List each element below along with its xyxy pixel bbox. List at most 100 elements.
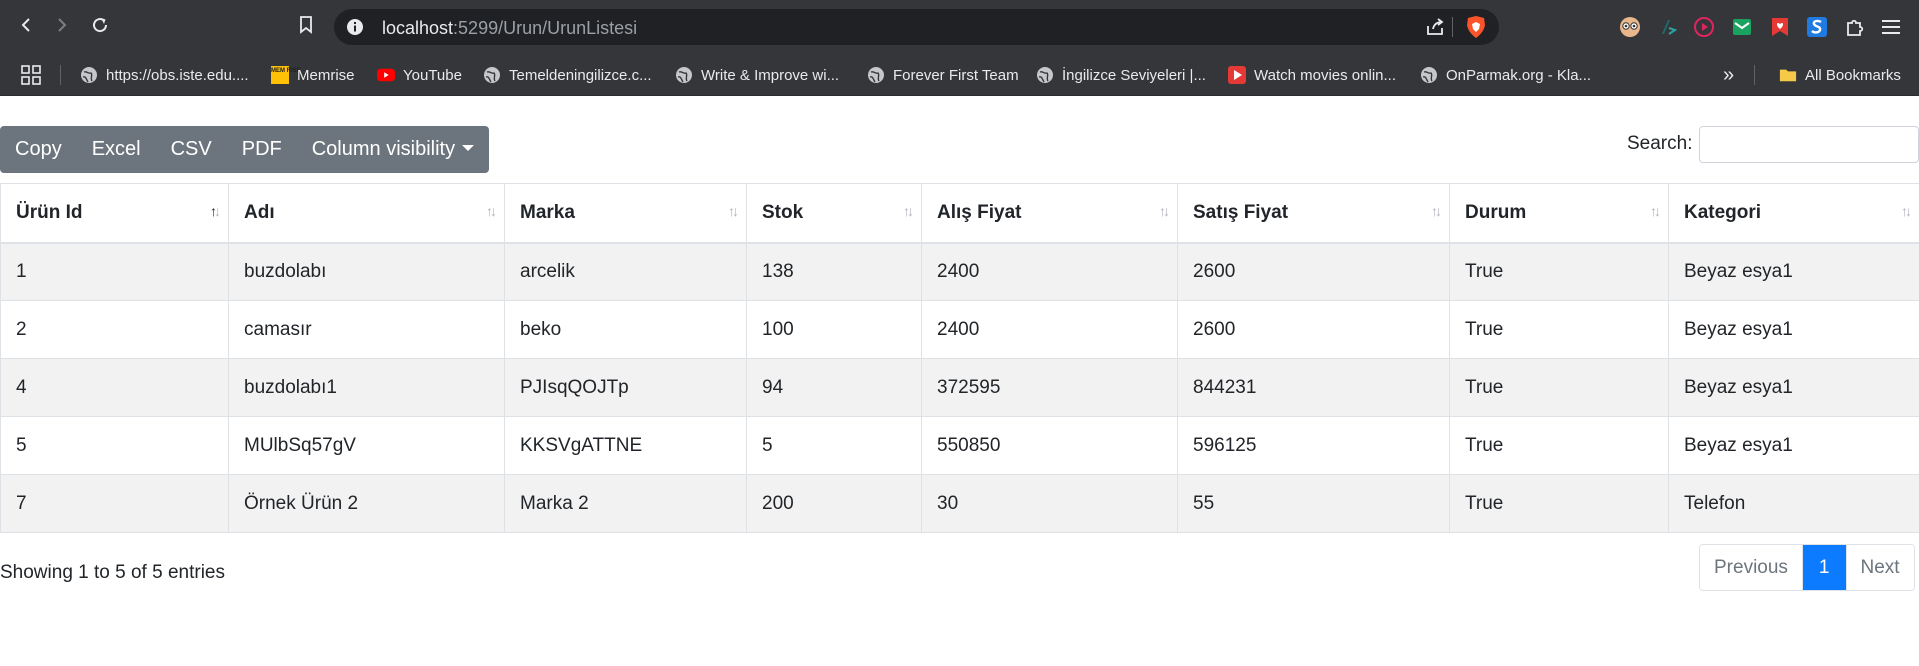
bookmark-forever-first[interactable]: Forever First Team (867, 54, 1019, 96)
extension-script-icon[interactable] (1657, 16, 1679, 38)
bookmark-ingilizce-seviyeleri[interactable]: İngilizce Seviyeleri |... (1036, 54, 1206, 96)
youtube-icon (377, 66, 395, 84)
column-visibility-dropdown[interactable]: Column visibility (297, 126, 489, 173)
bookmark-onparmak[interactable]: OnParmak.org - Kla... (1420, 54, 1591, 96)
sort-asc-icon: ↑↓ (210, 203, 221, 219)
cell-satis-fiyat: 2600 (1177, 300, 1450, 359)
bookmark-label: Watch movies onlin... (1254, 66, 1396, 84)
header-marka[interactable]: Marka ↑↓ (504, 183, 747, 244)
play-icon (1228, 66, 1246, 84)
apps-grid-button[interactable] (20, 54, 42, 96)
site-info-icon[interactable] (346, 18, 364, 41)
cell-stok: 100 (746, 300, 922, 359)
previous-page-button[interactable]: Previous (1700, 545, 1802, 590)
search-label: Search: (1627, 133, 1693, 154)
header-stok[interactable]: Stok ↑↓ (746, 183, 922, 244)
share-icon[interactable] (1425, 17, 1445, 42)
table-row: 7 Örnek Ürün 2 Marka 2 200 30 55 True Te… (0, 474, 1919, 533)
bookmark-youtube[interactable]: YouTube (377, 54, 462, 96)
cell-kategori: Beyaz esya1 (1668, 300, 1919, 359)
cell-marka: KKSVgATTNE (504, 416, 747, 475)
cell-kategori: Telefon (1668, 474, 1919, 533)
page-1-button[interactable]: 1 (1801, 545, 1846, 590)
reload-icon (93, 18, 108, 33)
reload-button[interactable] (86, 11, 114, 39)
header-durum[interactable]: Durum ↑↓ (1449, 183, 1669, 244)
extensions-puzzle-icon[interactable] (1844, 16, 1866, 38)
excel-button[interactable]: Excel (77, 126, 156, 173)
brave-shield-icon[interactable] (1465, 15, 1487, 44)
bookmark-icon (300, 16, 312, 34)
bookmark-watch-movies[interactable]: Watch movies onlin... (1228, 54, 1396, 96)
header-urun-id[interactable]: Ürün Id ↑↓ (0, 183, 229, 244)
double-chevron-icon: » (1723, 63, 1735, 86)
bookmark-label: https://obs.iste.edu.... (106, 66, 249, 84)
copy-button[interactable]: Copy (0, 126, 77, 173)
bookmarks-bar: https://obs.iste.edu.... MEM RISE Memris… (0, 54, 1919, 96)
pdf-button[interactable]: PDF (227, 126, 297, 173)
header-alis-fiyat[interactable]: Alış Fiyat ↑↓ (921, 183, 1178, 244)
product-table: Ürün Id ↑↓ Adı ↑↓ Marka ↑↓ Stok ↑↓ Alış Fiya… (0, 183, 1919, 533)
cell-marka: arcelik (504, 242, 747, 301)
extension-play-icon[interactable] (1693, 16, 1715, 38)
cell-durum: True (1449, 242, 1669, 301)
cell-urun-id: 4 (0, 358, 229, 417)
sort-icon: ↑↓ (903, 203, 914, 219)
sort-icon: ↑↓ (1650, 203, 1661, 219)
bookmark-obs[interactable]: https://obs.iste.edu.... (80, 54, 249, 96)
header-adi[interactable]: Adı ↑↓ (228, 183, 505, 244)
address-divider (1452, 17, 1453, 37)
extension-s-icon[interactable] (1806, 16, 1828, 38)
cell-alis-fiyat: 372595 (921, 358, 1178, 417)
all-bookmarks-button[interactable]: All Bookmarks (1779, 54, 1901, 96)
arrow-left-icon (21, 18, 30, 32)
cell-alis-fiyat: 30 (921, 474, 1178, 533)
cell-satis-fiyat: 55 (1177, 474, 1450, 533)
menu-icon[interactable] (1880, 16, 1902, 38)
globe-icon (1420, 66, 1438, 84)
cell-satis-fiyat: 844231 (1177, 358, 1450, 417)
search-input[interactable] (1699, 126, 1919, 163)
more-bookmarks-button[interactable]: » (1723, 54, 1734, 96)
extension-heart-icon[interactable] (1769, 16, 1791, 38)
cell-stok: 94 (746, 358, 922, 417)
cell-satis-fiyat: 596125 (1177, 416, 1450, 475)
header-satis-fiyat[interactable]: Satış Fiyat ↑↓ (1177, 183, 1450, 244)
sort-icon: ↑↓ (1901, 203, 1912, 219)
cell-urun-id: 1 (0, 242, 229, 301)
cell-durum: True (1449, 474, 1669, 533)
bookmark-temeldeningilizce[interactable]: Temeldeningilizce.c... (483, 54, 652, 96)
next-page-button[interactable]: Next (1845, 545, 1914, 590)
header-kategori[interactable]: Kategori ↑↓ (1668, 183, 1919, 244)
table-row: 2 camasır beko 100 2400 2600 True Beyaz … (0, 300, 1919, 359)
table-info: Showing 1 to 5 of 5 entries (0, 562, 225, 583)
bookmark-label: Memrise (297, 66, 355, 84)
cell-durum: True (1449, 358, 1669, 417)
cell-urun-id: 5 (0, 416, 229, 475)
bookmark-page-button[interactable] (292, 11, 320, 39)
all-bookmarks-label: All Bookmarks (1805, 66, 1901, 84)
globe-icon (483, 66, 501, 84)
globe-icon (675, 66, 693, 84)
extension-eyes-icon[interactable] (1619, 16, 1641, 38)
bookmark-memrise[interactable]: MEM RISE Memrise (271, 54, 355, 96)
forward-button[interactable] (48, 11, 76, 39)
table-row: 1 buzdolabı arcelik 138 2400 2600 True B… (0, 242, 1919, 301)
cell-marka: beko (504, 300, 747, 359)
cell-durum: True (1449, 300, 1669, 359)
cell-marka: PJIsqQOJTp (504, 358, 747, 417)
sort-icon: ↑↓ (1159, 203, 1170, 219)
bookmark-label: Forever First Team (893, 66, 1019, 84)
extension-mail-icon[interactable] (1731, 16, 1753, 38)
address-bar[interactable]: localhost:5299/Urun/UrunListesi (334, 9, 1499, 45)
cell-satis-fiyat: 2600 (1177, 242, 1450, 301)
cell-kategori: Beyaz esya1 (1668, 358, 1919, 417)
cell-urun-id: 7 (0, 474, 229, 533)
back-button[interactable] (12, 11, 40, 39)
globe-icon (80, 66, 98, 84)
bookmark-write-improve[interactable]: Write & Improve wi... (675, 54, 839, 96)
bookmarks-divider (1754, 65, 1755, 85)
table-header-row: Ürün Id ↑↓ Adı ↑↓ Marka ↑↓ Stok ↑↓ Alış Fiya… (0, 183, 1919, 244)
csv-button[interactable]: CSV (156, 126, 227, 173)
memrise-icon: MEM RISE (271, 66, 301, 84)
